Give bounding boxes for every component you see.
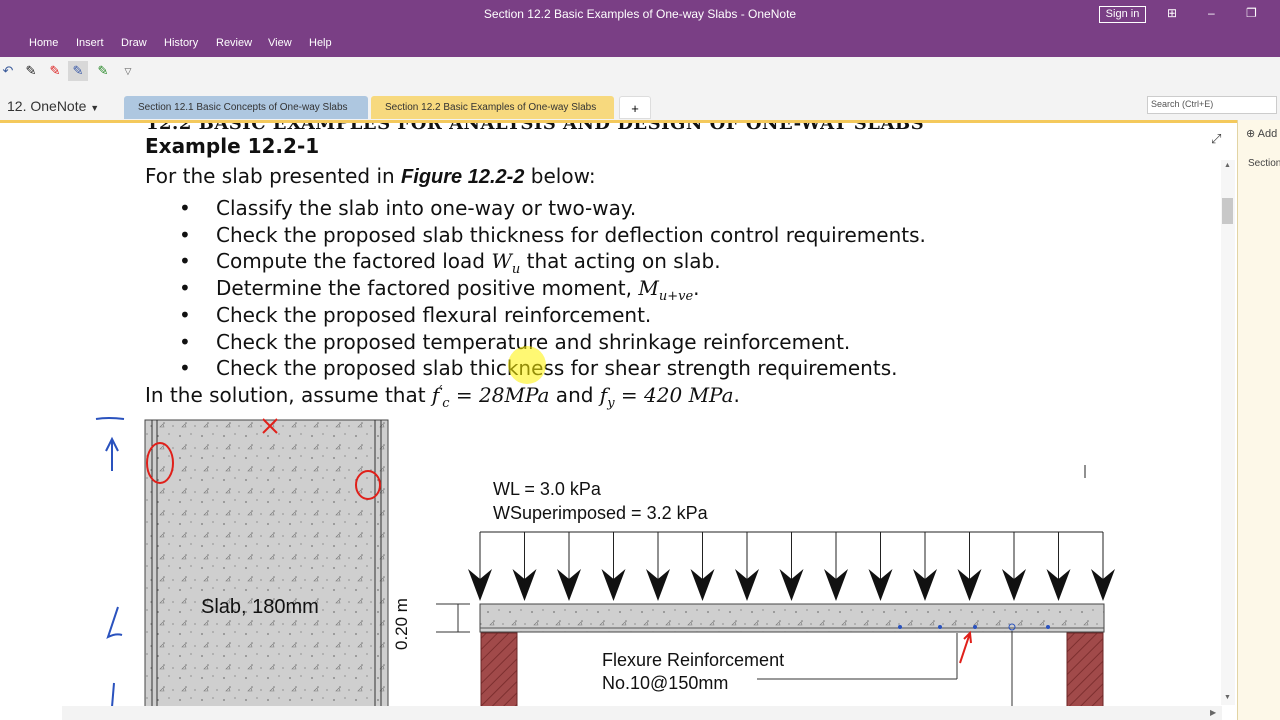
- column-left: [480, 632, 518, 708]
- menu-draw[interactable]: Draw: [121, 37, 147, 49]
- expand-icon[interactable]: ⤢: [1211, 131, 1221, 147]
- search-input[interactable]: Search (Ctrl+E): [1147, 96, 1277, 114]
- ink-arrow-red: [959, 630, 972, 664]
- menu-review[interactable]: Review: [216, 37, 252, 49]
- add-section-button[interactable]: +: [619, 96, 651, 119]
- live-load-label: WL = 3.0 kPa: [493, 479, 601, 499]
- slab-plan-label: Slab, 180mm: [201, 596, 319, 618]
- scroll-down-icon[interactable]: ▼: [1224, 694, 1231, 701]
- quick-toolbar: [0, 57, 1280, 85]
- ink-l-mark: [106, 606, 123, 639]
- menu-help[interactable]: Help: [309, 37, 332, 49]
- restore-icon[interactable]: ❐: [1246, 6, 1257, 20]
- vertical-scrollbar[interactable]: [1221, 160, 1235, 705]
- undo-icon[interactable]: ↶: [0, 61, 18, 81]
- page-entry[interactable]: Section: [1248, 158, 1280, 169]
- column-right: [1066, 632, 1104, 708]
- page-list-pane: ⊕ Add Section: [1237, 120, 1280, 720]
- superimposed-load-label: WSuperimposed = 3.2 kPa: [493, 503, 708, 523]
- thickness-dimension: 0.20 m: [392, 598, 411, 650]
- chevron-down-icon: ▼: [90, 103, 100, 113]
- fullscreen-icon[interactable]: ⊞: [1167, 6, 1177, 20]
- scroll-up-icon[interactable]: ▲: [1224, 162, 1231, 169]
- slab-plan: [144, 419, 389, 708]
- horizontal-scrollbar[interactable]: [62, 706, 1222, 720]
- sign-in-button[interactable]: Sign in: [1099, 6, 1146, 23]
- minimize-icon[interactable]: –: [1208, 6, 1215, 20]
- flexure-spacing-label: No.10@150mm: [602, 673, 729, 693]
- tab-section-12-2[interactable]: Section 12.2 Basic Examples of One-way S…: [371, 96, 614, 119]
- add-page-label: Add: [1257, 128, 1278, 140]
- pen-red-icon[interactable]: ✎: [45, 61, 65, 81]
- toolbar-more-icon[interactable]: ▽: [118, 61, 138, 81]
- pen-blue-icon[interactable]: ✎: [68, 61, 88, 81]
- pen-black-icon[interactable]: ✎: [21, 61, 41, 81]
- ink-arrow-mark: [95, 417, 125, 471]
- page-canvas[interactable]: 12.2 BASIC EXAMPLES FOR ANALYSIS AND DES…: [0, 123, 1237, 708]
- menu-view[interactable]: View: [268, 37, 292, 49]
- ink-stroke: [111, 682, 115, 708]
- notebook-name: 12. OneNote: [7, 98, 87, 114]
- load-arrows: [468, 532, 1115, 601]
- menu-home[interactable]: Home: [29, 37, 58, 49]
- notebook-selector[interactable]: 12. OneNote ▼: [7, 98, 99, 114]
- tab-section-12-1[interactable]: Section 12.1 Basic Concepts of One-way S…: [124, 96, 368, 119]
- add-page-button[interactable]: ⊕ Add: [1246, 127, 1277, 140]
- pen-green-icon[interactable]: ✎: [93, 61, 113, 81]
- ribbon-menu: Home Insert Draw History Review View Hel…: [0, 30, 1280, 57]
- menu-insert[interactable]: Insert: [76, 37, 104, 49]
- slab-figure: [95, 417, 1115, 708]
- add-icon: ⊕: [1246, 128, 1256, 140]
- scroll-right-icon[interactable]: ▶: [1210, 708, 1216, 717]
- menu-history[interactable]: History: [164, 37, 198, 49]
- flexure-label: Flexure Reinforcement: [602, 650, 785, 670]
- title-bar: Section 12.2 Basic Examples of One-way S…: [0, 0, 1280, 30]
- scroll-thumb[interactable]: [1222, 198, 1233, 224]
- window-title: Section 12.2 Basic Examples of One-way S…: [483, 7, 797, 21]
